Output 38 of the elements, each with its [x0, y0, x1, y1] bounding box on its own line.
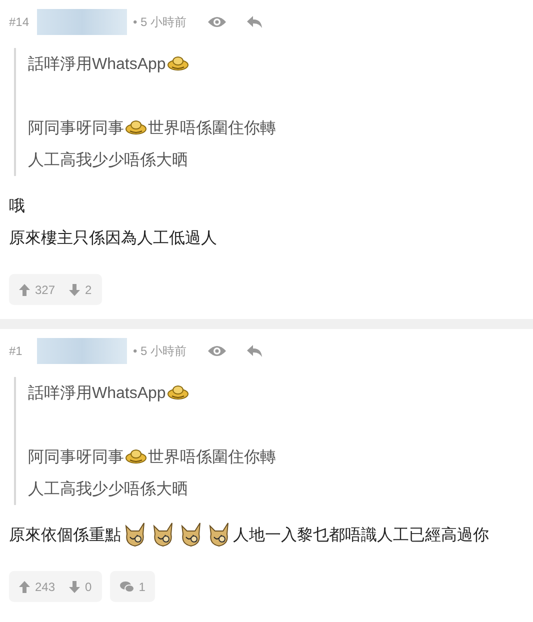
duck-emoticon-icon	[125, 120, 147, 136]
replies-button[interactable]: 1	[110, 571, 156, 602]
text-run: 世界唔係圍住你轉	[148, 448, 276, 468]
upvote-button[interactable]: 243	[19, 580, 56, 594]
cat-emoticon-icon	[151, 522, 175, 548]
text-run: 話咩淨用WhatsApp	[28, 384, 166, 404]
text-run: 原來依個係重點	[9, 526, 121, 546]
down-arrow-icon	[69, 284, 80, 296]
cat-emoticon-icon	[123, 522, 147, 548]
text-run: 話咩淨用WhatsApp	[28, 54, 166, 74]
text-run: 人工高我少少唔係大晒	[28, 480, 188, 500]
reply-icon[interactable]	[246, 344, 263, 358]
post-time: • 5 小時前	[133, 14, 187, 30]
text-run: 人地一入黎乜都唔識人工已經高過你	[233, 526, 489, 546]
reply-icon[interactable]	[246, 16, 263, 28]
duck-emoticon-icon	[125, 449, 147, 465]
post-time: • 5 小時前	[133, 342, 187, 360]
cat-emoticon-icon	[207, 522, 231, 548]
speech-bubbles-icon	[120, 580, 134, 592]
text-run: 哦	[9, 196, 25, 216]
duck-emoticon-icon	[166, 385, 189, 401]
eye-icon[interactable]	[206, 15, 227, 29]
post-number: #1	[9, 344, 24, 358]
cat-emoticon-icon	[179, 522, 203, 548]
downvote-button[interactable]: 0	[69, 580, 92, 594]
text-run: 原來樓主只係因為人工低過人	[9, 228, 217, 248]
eye-icon[interactable]	[206, 344, 227, 358]
duck-emoticon-icon	[166, 56, 189, 72]
text-run: 阿同事呀同事	[28, 118, 124, 138]
up-arrow-icon	[19, 580, 30, 592]
up-arrow-icon	[19, 284, 30, 296]
upvote-button[interactable]: 327	[19, 282, 56, 296]
down-arrow-icon	[69, 580, 80, 592]
text-run: 人工高我少少唔係大晒	[28, 150, 188, 170]
post-number: #14	[9, 15, 30, 29]
text-run: 阿同事呀同事	[28, 448, 124, 468]
downvote-button[interactable]: 2	[69, 282, 92, 296]
text-run: 世界唔係圍住你轉	[148, 118, 276, 138]
